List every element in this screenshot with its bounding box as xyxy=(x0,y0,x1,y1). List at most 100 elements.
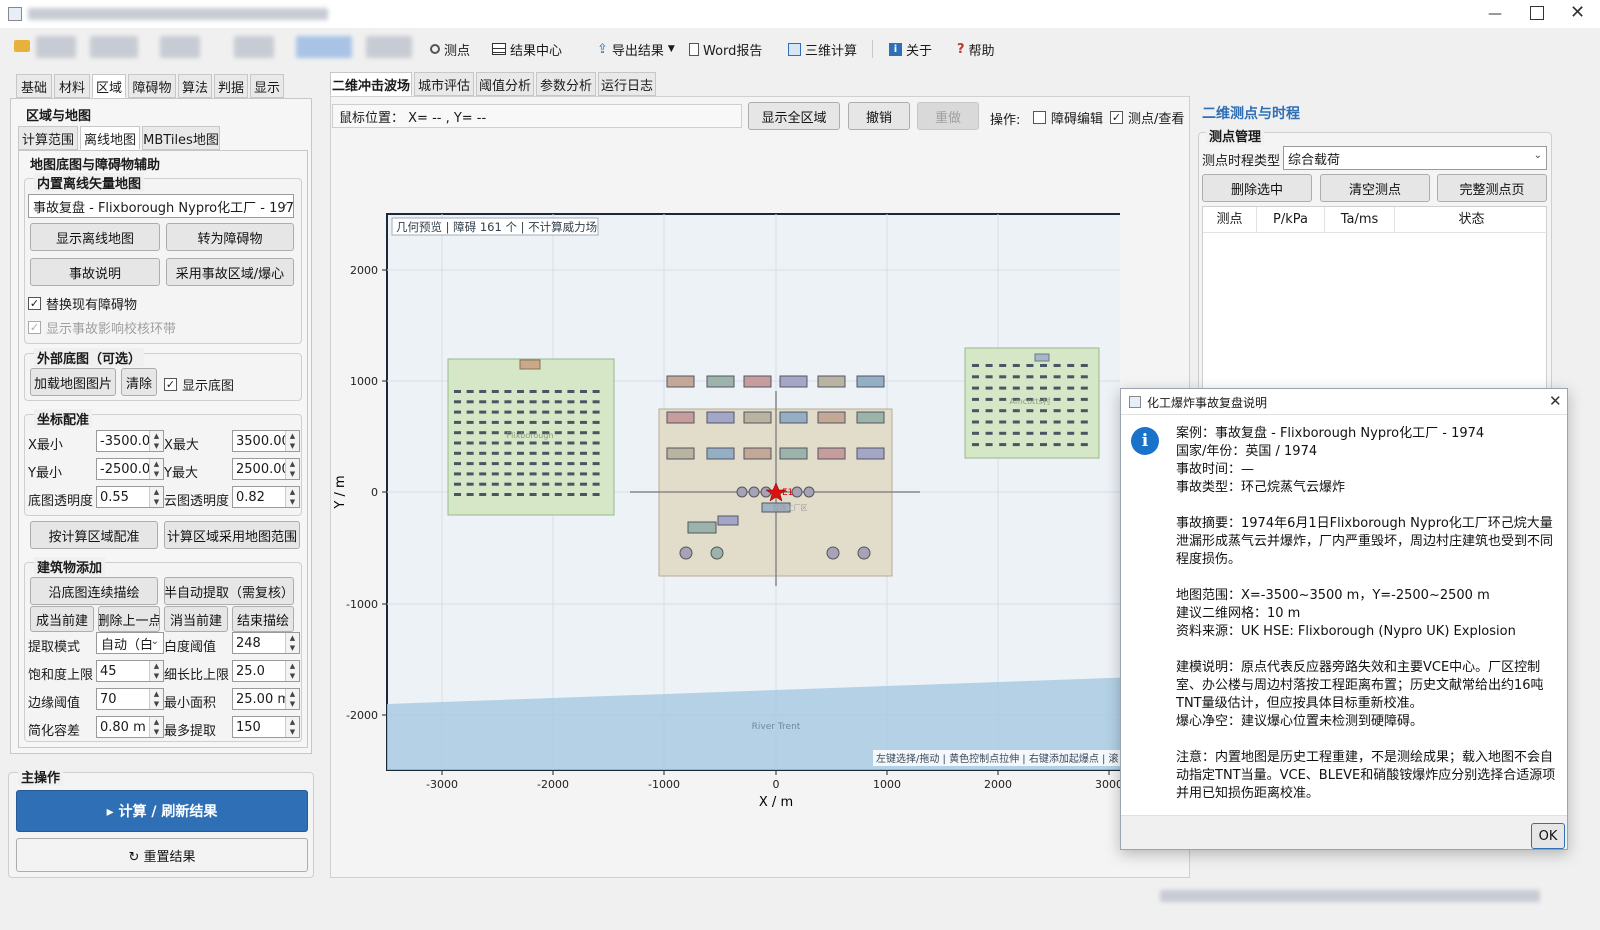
center-tab-2[interactable]: 阈值分析 xyxy=(476,72,534,96)
left-tab-1[interactable]: 材料 xyxy=(54,74,90,98)
col-pressure[interactable]: P/kPa xyxy=(1257,207,1325,232)
close-window-icon[interactable]: ✕ xyxy=(1570,2,1585,23)
base-opacity-label: 底图透明度 xyxy=(28,494,94,509)
house xyxy=(592,410,600,414)
edge-threshold-input[interactable]: 70 ▲ ▼ xyxy=(96,688,164,710)
cancel-current-building-button[interactable]: 消当前建 xyxy=(164,606,228,632)
spin-arrows[interactable]: ▲ ▼ xyxy=(285,689,299,709)
min-area-input[interactable]: 25.00 m ▲ ▼ xyxy=(232,688,300,710)
folder-icon[interactable] xyxy=(14,40,30,52)
replace-obstacles-checkbox[interactable]: ✓ 替换现有障碍物 xyxy=(28,294,137,313)
spin-arrows[interactable]: ▲ ▼ xyxy=(149,431,163,451)
spin-arrows[interactable]: ▲ ▼ xyxy=(149,661,163,681)
dialog-close-icon[interactable]: ✕ xyxy=(1549,392,1562,410)
spin-arrows[interactable]: ▲ ▼ xyxy=(149,459,163,479)
dialog-ok-button[interactable]: OK xyxy=(1531,823,1565,849)
spin-arrows[interactable]: ▲ ▼ xyxy=(285,633,299,653)
spin-arrows[interactable]: ▲ ▼ xyxy=(285,487,299,507)
house xyxy=(554,472,562,476)
spin-arrows[interactable]: ▲ ▼ xyxy=(285,459,299,479)
spin-arrows[interactable]: ▲ ▼ xyxy=(149,487,163,507)
house xyxy=(1012,375,1020,379)
accident-description-button[interactable]: 事故说明 xyxy=(30,258,160,286)
left-subtab-1[interactable]: 离线地图 xyxy=(80,126,140,150)
measure-button[interactable]: 测点 xyxy=(430,38,470,60)
center-tab-3[interactable]: 参数分析 xyxy=(536,72,596,96)
redo-button[interactable]: 重做 xyxy=(917,102,979,130)
results-center-button[interactable]: 结果中心 xyxy=(492,38,562,60)
about-button[interactable]: i 关于 xyxy=(889,38,932,60)
simplify-tolerance-input[interactable]: 0.80 m ▲ ▼ xyxy=(96,716,164,738)
left-subtab-2[interactable]: MBTiles地图 xyxy=(142,126,220,150)
left-tab-5[interactable]: 判据 xyxy=(214,74,248,98)
spin-arrows[interactable]: ▲ ▼ xyxy=(149,689,163,709)
clear-map-button[interactable]: 清除 xyxy=(121,368,157,396)
col-time[interactable]: Ta/ms xyxy=(1325,207,1395,232)
center-tab-1[interactable]: 城市评估 xyxy=(414,72,474,96)
undo-button[interactable]: 撤销 xyxy=(848,102,910,130)
center-tab-0[interactable]: 二维冲击波场 xyxy=(330,72,412,96)
extract-mode-select[interactable]: 自动（白 ⌄ xyxy=(96,632,164,654)
export-results-dropdown[interactable]: ⇪ 导出结果 ▼ xyxy=(597,38,675,60)
spin-arrows[interactable]: ▲ ▼ xyxy=(285,661,299,681)
convert-to-obstacle-button[interactable]: 转为障碍物 xyxy=(166,223,294,251)
compute-refresh-button[interactable]: ▸ 计算 / 刷新结果 xyxy=(16,790,308,832)
house xyxy=(542,493,550,496)
left-tab-3[interactable]: 障碍物 xyxy=(128,74,176,98)
show-base-map-checkbox[interactable]: ✓ 显示底图 xyxy=(164,375,234,394)
maximize-icon[interactable] xyxy=(1530,6,1544,20)
left-subtab-0[interactable]: 计算范围 xyxy=(18,126,78,150)
max-extract-input[interactable]: 150 ▲ ▼ xyxy=(232,716,300,738)
modeling-note: 建模说明：原点代表反应器旁路失效和主要VCE中心。厂区控制室、办公楼与周边村落按… xyxy=(1176,660,1544,711)
ymin-input[interactable]: -2500.00 ▲ ▼ xyxy=(96,458,164,480)
point-management-title: 测点管理 xyxy=(1206,126,1265,145)
col-status[interactable]: 状态 xyxy=(1395,207,1548,232)
center-tab-4[interactable]: 运行日志 xyxy=(598,72,656,96)
base-opacity-input[interactable]: 0.55 ▲ ▼ xyxy=(96,486,164,508)
show-offline-map-button[interactable]: 显示离线地图 xyxy=(30,223,160,251)
xmin-input[interactable]: -3500.00 ▲ ▼ xyxy=(96,430,164,452)
left-tab-6[interactable]: 显示 xyxy=(250,74,284,98)
offline-map-select[interactable]: 事故复盘 - Flixborough Nypro化工厂 - 1974 ⌄ xyxy=(28,194,294,218)
semi-auto-extract-button[interactable]: 半自动提取（需复核） xyxy=(164,577,294,605)
spin-arrows[interactable]: ▲ ▼ xyxy=(285,431,299,451)
reset-results-button[interactable]: ↻ 重置结果 xyxy=(16,838,308,872)
left-tab-0[interactable]: 基础 xyxy=(16,74,52,98)
calc-3d-button[interactable]: 三维计算 xyxy=(788,38,857,60)
load-map-image-button[interactable]: 加载地图图片 xyxy=(30,368,116,396)
spin-arrows[interactable]: ▲ ▼ xyxy=(285,717,299,737)
cloud-opacity-input[interactable]: 0.82 ▲ ▼ xyxy=(232,486,300,508)
use-accident-area-button[interactable]: 采用事故区域/爆心 xyxy=(166,258,294,286)
checkbox-unchecked xyxy=(1033,111,1046,124)
point-type-select[interactable]: 综合载荷 ⌄ xyxy=(1283,146,1547,170)
blast-field-plot[interactable]: River Trent Flixborough Amcotts村 现场工厂区 E… xyxy=(330,196,1166,816)
clear-points-button[interactable]: 清空测点 xyxy=(1320,174,1430,202)
left-tab-4[interactable]: 算法 xyxy=(178,74,212,98)
white-threshold-input[interactable]: 248 ▲ ▼ xyxy=(232,632,300,654)
col-point[interactable]: 测点 xyxy=(1203,207,1257,232)
left-tab-2[interactable]: 区域 xyxy=(92,74,126,98)
saturation-limit-input[interactable]: 45 ▲ ▼ xyxy=(96,660,164,682)
word-report-button[interactable]: Word报告 xyxy=(689,38,762,60)
obstacle-edit-checkbox[interactable]: 障碍编辑 xyxy=(1033,108,1103,127)
ymax-input[interactable]: 2500.00 ▲ ▼ xyxy=(232,458,300,480)
trace-along-map-button[interactable]: 沿底图连续描绘 xyxy=(30,577,158,605)
make-current-building-button[interactable]: 成当前建 xyxy=(30,606,94,632)
minimize-icon[interactable]: — xyxy=(1488,6,1502,22)
spin-arrows[interactable]: ▲ ▼ xyxy=(149,717,163,737)
fit-calc-area-button[interactable]: 按计算区域配准 xyxy=(30,521,158,549)
use-map-range-button[interactable]: 计算区域采用地图范围 xyxy=(164,521,300,549)
show-all-area-button[interactable]: 显示全区域 xyxy=(748,102,840,130)
caret-down-icon: ▼ xyxy=(667,44,675,54)
delete-selected-button[interactable]: 删除选中 xyxy=(1202,174,1312,202)
points-table[interactable]: 测点 P/kPa Ta/ms 状态 xyxy=(1202,206,1548,396)
full-points-page-button[interactable]: 完整测点页 xyxy=(1437,174,1547,202)
end-trace-button[interactable]: 结束描绘 xyxy=(232,606,294,632)
point-view-checkbox[interactable]: ✓ 测点/查看 xyxy=(1110,108,1184,127)
house xyxy=(491,420,499,424)
delete-last-point-button[interactable]: 删除上一点 xyxy=(98,606,160,632)
xmax-input[interactable]: 3500.00 ▲ ▼ xyxy=(232,430,300,452)
show-impact-ring-checkbox[interactable]: ✓ 显示事故影响校核环带 xyxy=(28,318,176,337)
aspect-limit-input[interactable]: 25.0 ▲ ▼ xyxy=(232,660,300,682)
help-button[interactable]: ? 帮助 xyxy=(957,38,995,60)
